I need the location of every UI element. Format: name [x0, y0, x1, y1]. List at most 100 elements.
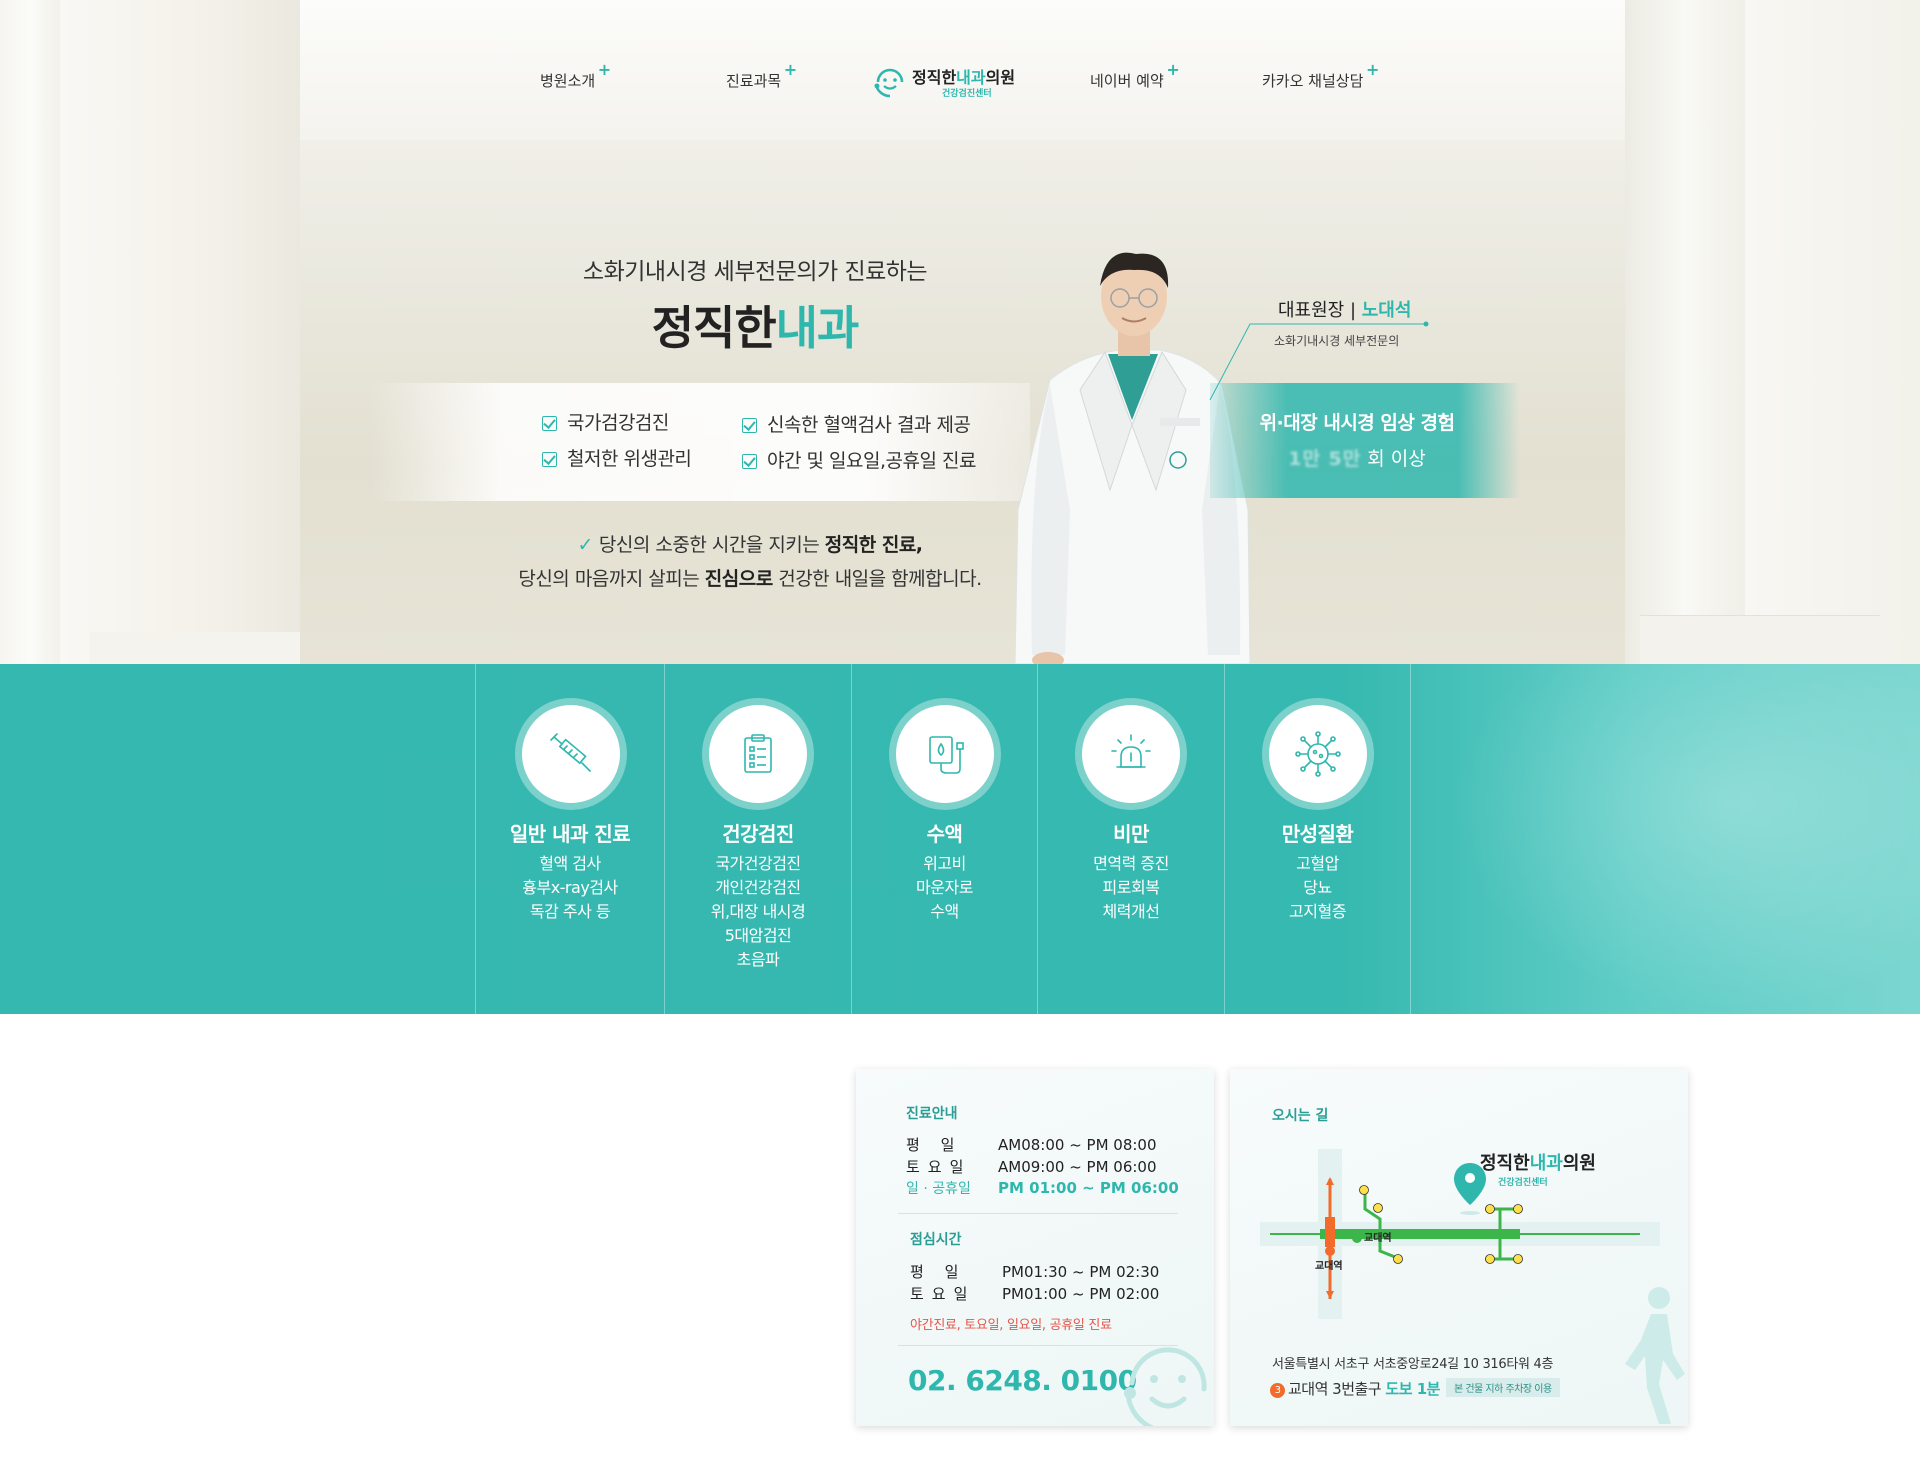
- feature-label: 신속한 혈액검사 결과 제공: [767, 414, 971, 436]
- service-line: 고지혈증: [1289, 902, 1346, 921]
- lunch-row: 토요일 PM01:00 ~ PM 02:00: [910, 1283, 1159, 1304]
- doctor-role: 대표원장 |: [1278, 300, 1362, 321]
- service-title: 일반 내과 진료: [509, 822, 631, 846]
- quote-text: 건강한 내일을 함께합니다.: [772, 568, 982, 590]
- service-iv-fluid[interactable]: 수액 위고비 마운자로 수액: [852, 664, 1038, 1014]
- feature-item: 신속한 혈액검사 결과 제공: [742, 410, 971, 437]
- doctor-name-accent: 노대석: [1361, 300, 1412, 321]
- service-line: 면역력 증진: [1093, 854, 1169, 873]
- service-icon-circle: [709, 705, 807, 803]
- service-line: 5대암검진: [724, 926, 792, 945]
- plus-icon: +: [1365, 60, 1380, 79]
- service-chronic-disease[interactable]: 만성질환 고혈압 당뇨 고지혈증: [1225, 664, 1411, 1014]
- divider: [898, 1213, 1178, 1214]
- service-line: 위고비: [923, 854, 966, 873]
- experience-suffix: 회 이상: [1367, 448, 1426, 470]
- map-clinic-name-accent: 내과: [1529, 1153, 1563, 1174]
- hero-title-main: 정직한: [651, 301, 777, 355]
- nav-item-label: 네이버 예약: [1090, 72, 1164, 90]
- services-section: 일반 내과 진료 혈액 검사 흉부x-ray검사 독감 주사 등 건강검진 국가…: [0, 664, 1920, 1014]
- hours-card: 진료안내 평 일 AM08:00 ~ PM 08:00 토요일 AM09:00 ~ …: [856, 1069, 1214, 1426]
- service-title: 만성질환: [1281, 822, 1354, 846]
- hours-row-holiday: 일 · 공휴일 PM 01:00 ~ PM 06:00: [906, 1178, 1179, 1198]
- plus-icon: +: [783, 60, 798, 79]
- exit-text: 교대역 3번출구: [1288, 1380, 1386, 1398]
- background-desk: [1640, 615, 1880, 664]
- hours-heading: 진료안내: [906, 1106, 958, 1122]
- map-clinic-name: 정직한내과의원: [1480, 1149, 1596, 1175]
- clinic-logo[interactable]: 정직한내과의원 건강검진센터: [872, 62, 1022, 102]
- walking-person-icon: [1625, 1287, 1685, 1424]
- feature-label: 철저한 위생관리: [567, 448, 692, 470]
- checkbox-icon: [742, 454, 757, 469]
- background-desk: [90, 632, 300, 664]
- quote-bold: 진심으로: [704, 568, 773, 590]
- lunch-time: PM01:00 ~ PM 02:00: [1002, 1285, 1160, 1303]
- service-general-internal[interactable]: 일반 내과 진료 혈액 검사 흉부x-ray검사 독감 주사 등: [475, 664, 665, 1014]
- services-glow: [1450, 664, 1920, 1014]
- feature-band: [370, 383, 1030, 501]
- feature-label: 야간 및 일요일,공휴일 진료: [767, 450, 976, 472]
- plus-icon: +: [597, 60, 612, 79]
- nav-item-label: 카카오 채널상담: [1262, 72, 1364, 90]
- quote-text: 당신의 소중한 시간을 지키는: [598, 534, 825, 556]
- hours-day: 토요일: [906, 1158, 972, 1176]
- experience-count: 1만 5만 회 이상: [1242, 444, 1472, 471]
- feature-label: 국가검강검진: [567, 412, 669, 434]
- nav-item-about[interactable]: 병원소개 +: [540, 60, 611, 91]
- service-line: 초음파: [736, 950, 780, 969]
- service-line: 흉부x-ray검사: [522, 878, 618, 897]
- service-icon-circle: [896, 705, 994, 803]
- hours-day: 평 일: [906, 1136, 963, 1154]
- plus-icon: +: [1166, 60, 1180, 79]
- quote-bold: 정직한 진료,: [824, 534, 923, 556]
- hero-title-accent: 내과: [775, 301, 860, 355]
- hero-subtitle: 소화기내시경 세부전문의가 진료하는: [582, 259, 928, 285]
- subway-map[interactable]: 교대역 교대역: [1260, 1149, 1660, 1319]
- smile-decoration-icon: [1124, 1347, 1207, 1426]
- station-label: 교대역: [1364, 1231, 1392, 1244]
- clinic-address: 서울특별시 서초구 서초중앙로24길 10 316타워 4층: [1272, 1357, 1554, 1372]
- checkbox-icon: [542, 452, 557, 467]
- checkbox-icon: [542, 416, 557, 431]
- hero-section: 병원소개 + 진료과목 + 정직한내과의원 건강검진센터 네이버 예약 + 카카…: [0, 0, 1920, 664]
- service-icon-circle: [1082, 705, 1180, 803]
- phone-number-link[interactable]: 02. 6248. 0100: [908, 1364, 1137, 1397]
- feature-item: 야간 및 일요일,공휴일 진료: [742, 446, 976, 473]
- syringe-icon: [550, 733, 591, 772]
- lunch-row: 평 일 PM01:30 ~ PM 02:30: [910, 1261, 1159, 1282]
- service-line: 국가건강검진: [715, 854, 801, 873]
- nav-item-naver-booking[interactable]: 네이버 예약 +: [1090, 60, 1180, 91]
- service-line: 독감 주사 등: [529, 902, 611, 921]
- hero-quote-line-1: ✓ 당신의 소중한 시간을 지키는 정직한 진료,: [480, 530, 1020, 557]
- nav-item-kakao-consult[interactable]: 카카오 채널상담 +: [1262, 60, 1379, 91]
- service-line: 당뇨: [1303, 878, 1332, 897]
- experience-band: [1210, 383, 1520, 498]
- service-line: 수액: [930, 902, 959, 921]
- iv-drip-icon: [929, 736, 964, 774]
- service-line: 개인건강검진: [715, 878, 801, 897]
- service-list: 위고비 마운자로 수액: [852, 852, 1037, 924]
- nav-item-departments[interactable]: 진료과목 +: [726, 60, 797, 91]
- service-list: 고혈압 당뇨 고지혈증: [1225, 852, 1410, 924]
- service-list: 혈액 검사 흉부x-ray검사 독감 주사 등: [476, 852, 664, 924]
- hero-title: 정직한내과: [520, 292, 990, 358]
- service-obesity[interactable]: 비만 면역력 증진 피로회복 체력개선: [1038, 664, 1225, 1014]
- nav-item-label: 병원소개: [540, 72, 596, 90]
- service-line: 고혈압: [1296, 854, 1339, 873]
- map-clinic-name-tail: 의원: [1562, 1153, 1596, 1174]
- nav-item-label: 진료과목: [726, 72, 782, 90]
- check-icon: ✓: [577, 534, 593, 556]
- parking-badge: 본 건물 지하 주차장 이용: [1445, 1378, 1560, 1397]
- hours-time: PM 01:00 ~ PM 06:00: [998, 1179, 1179, 1197]
- service-health-checkup[interactable]: 건강검진 국가건강검진 개인건강검진 위,대장 내시경 5대암검진 초음파: [665, 664, 852, 1014]
- logo-name-tail: 의원: [985, 68, 1016, 87]
- scale-alarm-icon: [1111, 734, 1151, 768]
- hero-quote-line-2: 당신의 마음까지 살피는 진심으로 건강한 내일을 함께합니다.: [480, 564, 1020, 591]
- service-line: 피로회복: [1102, 878, 1160, 897]
- lunch-heading: 점심시간: [910, 1232, 962, 1248]
- hours-day: 일 · 공휴일: [906, 1181, 971, 1197]
- virus-icon: [1295, 731, 1341, 777]
- exit-walk-time: 도보 1분: [1385, 1380, 1440, 1398]
- experience-title: 위·대장 내시경 임상 경험: [1259, 412, 1455, 434]
